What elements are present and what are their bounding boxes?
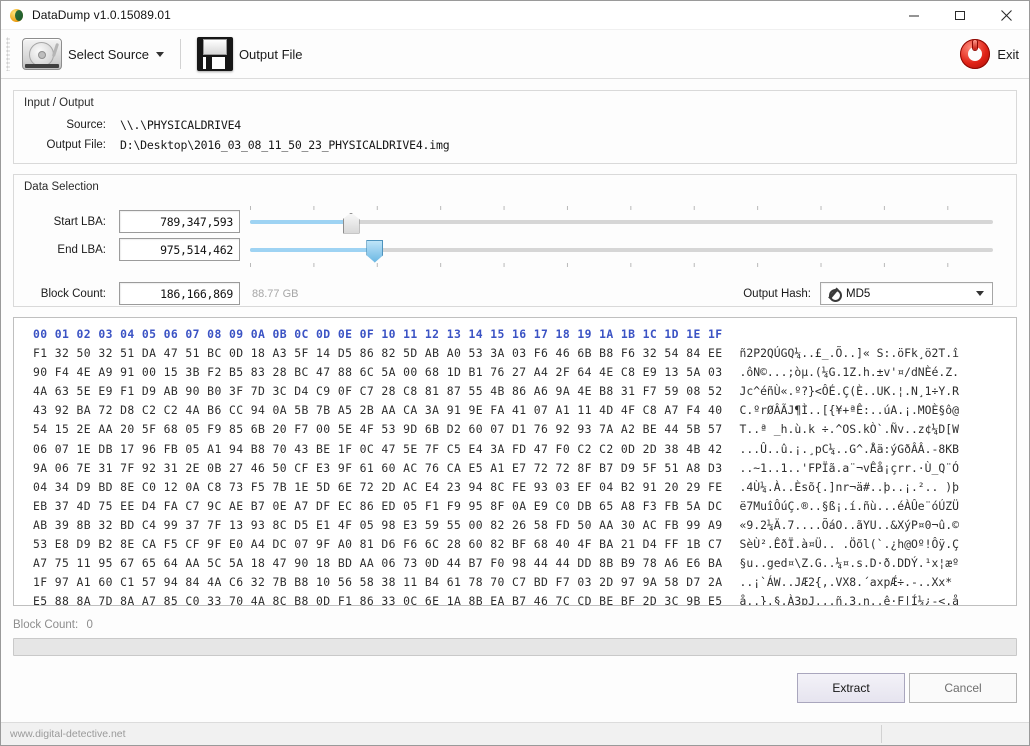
hex-column: 00 01 02 03 04 05 06 07 08 09 0A 0B 0C 0… [14,325,723,605]
ascii-row: .4Ù¼.À..Èsõ{.]nr¬ä#..þ..¡.².. )þ [739,479,959,494]
window-title: DataDump v1.0.15089.01 [32,8,171,22]
ascii-row: ë7MuîÔúÇ.®..§ß¡.í.ñù...éÀÛe¨óÚZÜ [739,498,959,513]
exit-label: Exit [997,46,1019,62]
start-lba-label: Start LBA: [53,215,106,228]
block-count-input[interactable]: 186,166,869 [119,282,240,305]
output-hash-row: Output Hash: MD5 [743,282,993,305]
end-lba-label: End LBA: [57,243,106,256]
ascii-row: SèÙ².ÊðÏ.à¤Ü.. .Öõl(`.¿h@Oº!Ôÿ.Ç [739,537,959,552]
ascii-row: Jc^éñÙ«.º?}<ÔÉ.Ç(È..UK.¦.N¸1÷Y.R [739,384,959,399]
output-hash-select[interactable]: MD5 [820,282,993,305]
ascii-row: ..~1..1..'FPÏã.a¨¬vÊå¡çrr.·Ù_Q¨Ó [739,460,959,475]
gear-icon [828,288,842,302]
input-output-group-title: Input / Output [24,97,94,109]
source-value: \\.\PHYSICALDRIVE4 [120,118,242,132]
select-source-button[interactable]: Select Source [14,32,172,76]
data-selection-group: Data Selection Start LBA: 789,347,593 En… [13,174,1017,307]
ascii-rows: ñ2P2QÚGQ¼..£_.Õ..]« S:.öFk¸ö2T.î .ôN©...;… [739,344,959,606]
chevron-down-icon[interactable] [976,291,984,296]
hex-row: 9A 06 7E 31 7F 92 31 2E 0B 27 46 50 CF E… [33,460,723,475]
data-selection-group-title: Data Selection [24,181,99,193]
toolbar: Select Source Output File Exit [1,30,1029,79]
hex-row: 04 34 D9 BD 8E C0 12 0A C8 73 F5 7B 1E 5… [33,479,723,494]
application-window: DataDump v1.0.15089.01 Select Source Out… [0,0,1030,746]
end-slider-fill [250,247,374,252]
size-label: 88.77 GB [252,287,299,300]
action-buttons: Extract Cancel [13,673,1017,703]
ascii-row: å..}.§.À3pJ.,.ñ.3.n..ê·F|Í¼¿-<.å [739,594,959,606]
status-bar-url: www.digital-detective.net [10,728,126,740]
end-lba-slider[interactable] [250,239,993,267]
close-icon[interactable] [983,1,1029,29]
source-label: Source: [66,119,106,131]
progress-area: Block Count: 0 [13,617,1017,656]
progress-block-count-value: 0 [86,619,93,631]
hex-row: 4A 63 5E E9 F1 D9 AB 90 B0 3F 7D 3C D4 C… [33,384,723,399]
power-icon [960,39,991,69]
slider-ticks-top [250,205,993,210]
hex-row: AB 39 8B 32 BD C4 99 37 7F 13 93 8C D5 E… [33,517,723,532]
progress-block-count-label: Block Count: [13,619,79,631]
ascii-row: .ôN©...;òµ.(¼G.1Z.h.±v'¤/dNÈé.Z. [739,365,959,380]
ascii-row: C.ºrØÂÃJ¶Ì..[{¥+ªÊ:..úA.¡.MOÈ§ô@ [739,403,959,418]
output-file-button[interactable]: Output File [189,32,311,76]
hex-row: A7 75 11 95 67 65 64 AA 5C 5A 18 47 90 1… [33,556,723,571]
start-slider-thumb[interactable] [342,212,360,234]
hex-row: 06 07 1E DB 17 96 FB 05 A1 94 B8 70 43 B… [33,441,723,456]
slider-ticks-bottom [250,262,993,267]
maximize-icon[interactable] [937,1,983,29]
toolbar-separator [179,39,181,69]
chevron-down-icon[interactable] [155,51,164,57]
hex-row: 43 92 BA 72 D8 C2 C2 4A B6 CC 94 0A 5B 7… [33,403,723,418]
title-bar: DataDump v1.0.15089.01 [1,1,1029,30]
hex-row: 53 E8 D9 B2 8E CA F5 CF 9F E0 A4 DC 07 9… [33,537,723,552]
hex-header-row: 00 01 02 03 04 05 06 07 08 09 0A 0B 0C 0… [33,327,723,341]
hard-disk-icon [22,38,62,70]
ascii-row: ...Û..û.¡.¸pC¼..G^.Åä:ýGðÂÂ.-8KB [739,441,959,456]
globe-icon [9,7,25,23]
start-slider-fill [250,219,350,224]
start-lba-input[interactable]: 789,347,593 [119,210,240,233]
cancel-button[interactable]: Cancel [909,673,1017,703]
hex-row: 90 F4 4E A9 91 00 15 3B F2 B5 83 28 BC 4… [33,365,723,380]
progress-bar [13,638,1017,656]
ascii-row: §u..ged¤\Z.G..¼¤.s.D·ð.DDÝ.¹x¦æº [739,556,959,571]
ascii-row: «9.2¼Ä.7....ÕáO..ãYU..&XýP¤0¬û.© [739,517,959,532]
ascii-column: ñ2P2QÚGQ¼..£_.Õ..]« S:.öFk¸ö2T.î .ôN©...;… [723,325,959,605]
ascii-header-spacer [740,325,959,344]
exit-button[interactable]: Exit [960,34,1019,74]
status-bar-divider [881,725,882,743]
floppy-disk-icon [196,37,233,71]
extract-button[interactable]: Extract [797,673,905,703]
hex-row: E5 88 8A 7D 8A A7 85 C0 33 70 4A 8C B8 0… [33,594,723,606]
hex-row: F1 32 50 32 51 DA 47 51 BC 0D 18 A3 5F 1… [33,346,723,361]
output-hash-label: Output Hash: [743,287,811,300]
hex-row: 54 15 2E AA 20 5F 68 05 F9 85 6B 20 F7 0… [33,422,723,437]
output-file-path-label: Output File: [46,139,106,151]
ascii-row: ..¡`ÁW..JÆ2{,.VX8.´axpǼ÷.-..Xx* [739,575,953,590]
output-hash-value: MD5 [846,287,871,300]
input-output-group: Input / Output Source: \\.\PHYSICALDRIVE… [13,90,1017,164]
select-source-label: Select Source [68,46,149,62]
toolbar-grip[interactable] [6,37,10,71]
status-bar: www.digital-detective.net [1,722,1029,745]
hex-viewer[interactable]: 00 01 02 03 04 05 06 07 08 09 0A 0B 0C 0… [13,317,1017,606]
end-lba-input[interactable]: 975,514,462 [119,238,240,261]
start-lba-slider[interactable] [250,205,993,234]
output-file-label: Output File [238,46,303,62]
ascii-row: T..ª _h.ù.k ÷.^OS.kÒ`.Ñv..z¢¼D[W [739,422,959,437]
minimize-icon[interactable] [891,1,937,29]
block-count-label: Block Count: [40,287,106,300]
end-slider-thumb[interactable] [366,239,384,263]
ascii-row: ñ2P2QÚGQ¼..£_.Õ..]« S:.öFk¸ö2T.î [739,346,959,361]
output-file-path-value: D:\Desktop\2016_03_08_11_50_23_PHYSICALD… [120,138,450,152]
start-slider-track [250,219,993,224]
hex-row: 1F 97 A1 60 C1 57 94 84 4A C6 32 7B B8 1… [33,575,723,590]
hex-rows: F1 32 50 32 51 DA 47 51 BC 0D 18 A3 5F 1… [33,344,723,606]
hex-row: EB 37 4D 75 EE D4 FA C7 9C AE B7 0E A7 D… [33,498,723,513]
main-content: Input / Output Source: \\.\PHYSICALDRIVE… [1,79,1029,722]
